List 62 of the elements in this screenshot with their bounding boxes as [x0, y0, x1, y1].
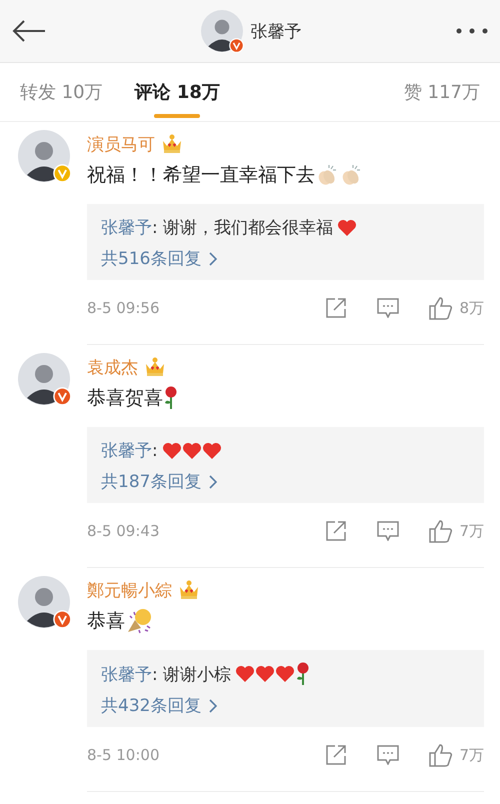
share-icon	[325, 297, 348, 319]
reply-author[interactable]: 张馨予	[101, 216, 152, 239]
comment-icon	[377, 521, 400, 541]
avatar[interactable]	[18, 353, 70, 405]
comment-text: 恭喜贺喜	[87, 386, 163, 411]
commenter-name[interactable]: 袁成杰	[87, 356, 138, 378]
avatar[interactable]	[200, 10, 242, 52]
reply-text: : 谢谢，我们都会很幸福	[152, 217, 334, 239]
heart-icon	[255, 665, 276, 683]
back-arrow-icon[interactable]	[12, 20, 46, 42]
user-name: 张馨予	[250, 20, 302, 42]
avatar[interactable]	[18, 130, 70, 182]
tab[interactable]: 评论 18万	[134, 63, 220, 121]
like-button[interactable]: 7万	[429, 519, 484, 543]
reply-text: :	[152, 440, 158, 460]
avatar[interactable]	[18, 576, 70, 628]
comment-time: 8-5 09:56	[87, 299, 160, 317]
crown-icon	[144, 357, 166, 377]
view-replies-link[interactable]: 共516条回复	[101, 247, 218, 270]
reply-author[interactable]: 张馨予	[101, 439, 152, 462]
reply-button[interactable]	[377, 298, 400, 318]
chevron-right-icon	[209, 474, 218, 488]
heart-icon	[182, 442, 202, 460]
reply-text: : 谢谢小棕	[152, 664, 232, 686]
thumbs-up-icon	[429, 743, 454, 767]
reply-button[interactable]	[377, 521, 400, 541]
comment-text: 祝福！！希望一直幸福下去	[87, 163, 315, 188]
reply-button[interactable]	[377, 745, 400, 765]
rose-icon	[295, 662, 312, 686]
tab[interactable]: 转发 10万	[20, 63, 103, 121]
chevron-right-icon	[209, 252, 218, 266]
chevron-right-icon	[209, 698, 218, 712]
crown-icon	[178, 580, 200, 600]
like-button[interactable]: 8万	[429, 296, 484, 320]
share-icon	[325, 744, 348, 766]
comment-time: 8-5 10:00	[87, 746, 160, 764]
comment-icon	[377, 298, 400, 318]
view-replies-link[interactable]: 共432条回复	[101, 694, 218, 717]
heart-icon	[202, 442, 222, 460]
share-button[interactable]	[325, 297, 348, 319]
thumbs-up-icon	[429, 519, 454, 543]
heart-icon	[235, 665, 256, 683]
comment-text: 恭喜	[87, 609, 125, 634]
thumbs-up-icon	[429, 296, 454, 320]
view-replies-link[interactable]: 共187条回复	[101, 470, 218, 493]
rose-icon	[163, 386, 179, 410]
commenter-name[interactable]: 演员马可	[87, 132, 155, 156]
comment-time: 8-5 09:43	[87, 522, 160, 540]
share-icon	[325, 520, 348, 542]
party-popper-icon	[125, 608, 153, 634]
share-button[interactable]	[325, 744, 348, 766]
commenter-name[interactable]: 鄭元暢小綜	[87, 578, 172, 602]
more-icon[interactable]	[456, 28, 488, 34]
heart-icon	[337, 218, 358, 236]
share-button[interactable]	[325, 520, 348, 542]
comment-icon	[377, 745, 400, 765]
heart-icon	[275, 665, 296, 683]
tab[interactable]: 赞 117万	[404, 63, 480, 121]
like-button[interactable]: 7万	[429, 743, 484, 767]
reply-author[interactable]: 张馨予	[101, 662, 152, 686]
crown-icon	[161, 134, 183, 154]
heart-icon	[162, 442, 182, 460]
